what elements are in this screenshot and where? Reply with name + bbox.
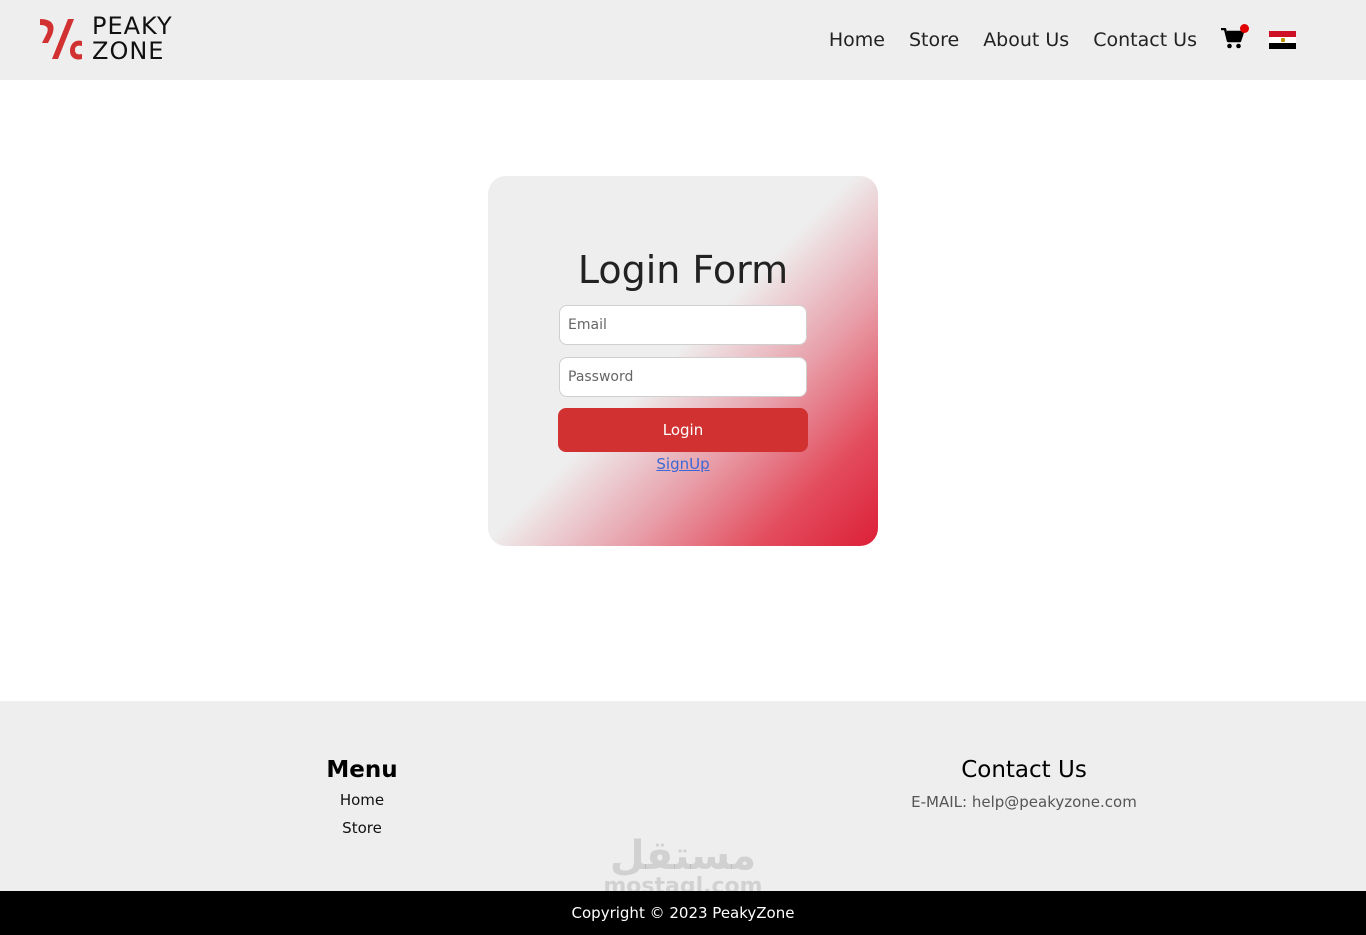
nav-about-us[interactable]: About Us (983, 29, 1069, 51)
login-button[interactable]: Login (558, 408, 808, 452)
cart-badge (1240, 24, 1249, 33)
login-title: Login Form (577, 248, 789, 292)
site-header: PEAKY ZONE Home Store About Us Contact U… (0, 0, 1366, 80)
nav-home[interactable]: Home (829, 29, 885, 51)
brand-name-line2: ZONE (92, 37, 165, 65)
nav-store[interactable]: Store (909, 29, 959, 51)
brand-name: PEAKY ZONE (92, 14, 173, 64)
footer-menu-title: Menu (326, 757, 398, 783)
main-nav: Home Store About Us Contact Us (805, 0, 1296, 80)
copyright-text: Copyright © 2023 PeakyZone (571, 904, 795, 922)
footer-menu-home[interactable]: Home (262, 791, 462, 809)
shopping-cart-icon[interactable] (1221, 24, 1249, 52)
site-footer: Menu Home Store Contact Us E-MAIL: help@… (0, 701, 1366, 898)
footer-contact-email: E-MAIL: help@peakyzone.com (911, 793, 1137, 811)
signup-link[interactable]: SignUp (488, 455, 878, 473)
watermark-arabic: مستقل (609, 833, 757, 879)
copyright-bar: Copyright © 2023 PeakyZone (0, 891, 1366, 935)
egypt-flag-icon[interactable] (1269, 30, 1296, 50)
login-card: Login Form Login SignUp (488, 176, 878, 546)
password-field[interactable] (559, 357, 807, 397)
footer-menu-store[interactable]: Store (262, 819, 462, 837)
email-field[interactable] (559, 305, 807, 345)
footer-menu: Menu Home Store (262, 757, 462, 837)
nav-contact-us[interactable]: Contact Us (1093, 29, 1197, 51)
brand-name-line1: PEAKY (92, 12, 173, 40)
footer-contact-title: Contact Us (961, 757, 1087, 783)
footer-contact: Contact Us E-MAIL: help@peakyzone.com (874, 757, 1174, 811)
mostaql-watermark: مستقل mostaql.com (590, 836, 776, 898)
brand-logo[interactable]: PEAKY ZONE (38, 14, 173, 64)
peaky-zone-logo-icon (38, 15, 84, 63)
